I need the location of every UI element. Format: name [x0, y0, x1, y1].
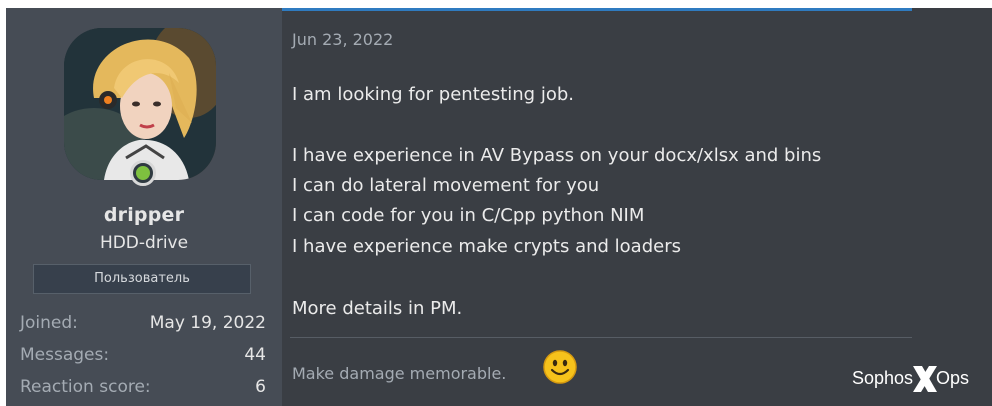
post-line: I have experience in AV Bypass on your d… [292, 145, 822, 166]
smiley-icon [543, 350, 577, 384]
post-line: I can code for you in C/Cpp python NIM [292, 205, 645, 226]
post-line: More details in PM. [292, 298, 463, 319]
online-dot-icon [136, 166, 150, 180]
post-line: I am looking for pentesting job. [292, 84, 574, 105]
watermark-left-text: Sophos [852, 368, 914, 388]
online-status-indicator [130, 160, 156, 186]
stat-label: Reaction score: [20, 377, 151, 397]
post-line: I can do lateral movement for you [292, 175, 600, 196]
stat-reaction-score: Reaction score: 6 [20, 377, 266, 401]
forum-post: dripper HDD-drive Пользователь Joined: M… [6, 8, 992, 406]
stat-label: Joined: [20, 313, 78, 333]
user-signature: Make damage memorable. [292, 364, 507, 383]
stat-value: 6 [255, 377, 266, 397]
stat-messages: Messages: 44 [20, 345, 266, 369]
stat-value: May 19, 2022 [149, 313, 266, 333]
watermark-right-text: Ops [936, 368, 970, 388]
stat-value[interactable]: 44 [244, 345, 266, 365]
stat-label: Messages: [20, 345, 110, 365]
user-role-banner: Пользователь [33, 264, 251, 294]
post-line: I have experience make crypts and loader… [292, 236, 681, 257]
username-link[interactable]: dripper [6, 204, 282, 226]
signature-divider [290, 337, 912, 338]
user-title: HDD-drive [99, 233, 189, 253]
post-content-pane: Jun 23, 2022 I am looking for pentesting… [282, 8, 992, 406]
avatar-image [64, 28, 216, 180]
stat-joined: Joined: May 19, 2022 [20, 313, 266, 337]
sophos-xops-watermark: Sophos Ops [852, 364, 988, 396]
post-date-link[interactable]: Jun 23, 2022 [292, 30, 393, 49]
post-accent-bar [282, 8, 912, 11]
user-info-pane: dripper HDD-drive Пользователь Joined: M… [6, 8, 282, 406]
user-avatar[interactable] [64, 28, 216, 180]
